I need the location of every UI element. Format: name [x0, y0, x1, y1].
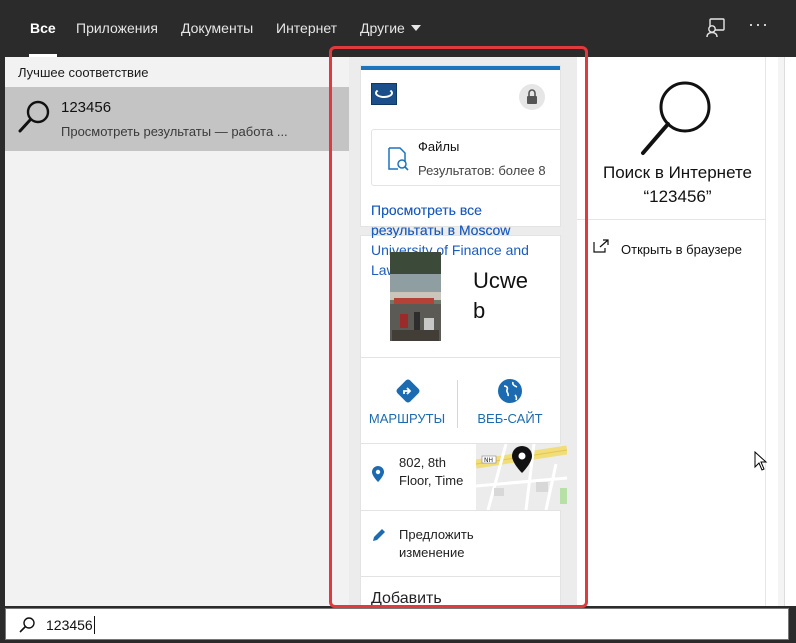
tab-label: Документы: [181, 20, 254, 36]
text-caret: [93, 616, 95, 634]
website-action[interactable]: ВЕБ-САЙТ: [466, 376, 554, 432]
search-icon: [641, 81, 711, 155]
chevron-down-icon: [410, 25, 421, 31]
open-in-browser-label: Открыть в браузере: [621, 242, 742, 257]
tab-label: Интернет: [276, 20, 338, 36]
web-search-panel: Поиск в Интернете “123456” Открыть в бра…: [577, 57, 778, 606]
search-input-value: 123456: [46, 616, 95, 634]
svg-text:NH: NH: [484, 457, 493, 464]
search-input[interactable]: 123456: [5, 608, 789, 640]
search-query-text: 123456: [46, 617, 93, 633]
panel-divider: [577, 219, 778, 220]
windows-search-window: Все Приложения Документы Интернет Другие…: [0, 0, 796, 643]
suggest-edit-label: Предложить изменение: [399, 527, 474, 560]
files-result[interactable]: Файлы Результатов: более 8: [371, 129, 560, 186]
left-results-panel: Лучшее соответствие 123456 Просмотреть р…: [5, 57, 349, 606]
best-match-subtitle: Просмотреть результаты — работа ...: [61, 124, 288, 139]
directions-action[interactable]: МАРШРУТЫ: [363, 376, 451, 432]
website-label: ВЕБ-САЙТ: [477, 411, 543, 426]
mouse-cursor-icon: [754, 451, 768, 471]
tab-label: Приложения: [76, 20, 158, 36]
place-address: 802, 8th Floor, Time: [399, 455, 464, 488]
taskbar-search: 123456: [0, 606, 796, 643]
tab-documents[interactable]: Документы: [181, 0, 253, 57]
card-divider: [361, 357, 560, 358]
best-match-heading: Лучшее соответствие: [18, 65, 149, 80]
file-search-icon: [388, 147, 409, 171]
best-match-title: 123456: [61, 99, 112, 116]
map-image: NH: [476, 444, 567, 510]
tab-apps[interactable]: Приложения: [76, 0, 158, 57]
globe-icon: [498, 379, 522, 403]
map-thumbnail[interactable]: NH: [476, 444, 567, 510]
lock-icon: [519, 84, 545, 110]
best-match-item[interactable]: 123456 Просмотреть результаты — работа .…: [5, 87, 349, 151]
place-name: Ucwe b: [473, 268, 529, 323]
directions-icon: [396, 379, 420, 403]
card-divider: [361, 576, 560, 577]
background-window-edge: [778, 57, 796, 606]
web-search-title: Поиск в Интернете: [602, 163, 753, 182]
location-pin-icon: [372, 466, 384, 482]
files-title: Файлы: [418, 139, 460, 154]
open-external-icon: [593, 239, 609, 253]
card-accent-strip: [361, 66, 560, 70]
pencil-icon: [373, 529, 385, 541]
add-section-label[interactable]: Добавить: [371, 590, 442, 606]
search-icon: [18, 100, 50, 133]
scrollbar[interactable]: [765, 57, 778, 606]
tab-internet[interactable]: Интернет: [276, 0, 337, 57]
actions-divider: [457, 380, 458, 428]
feedback-icon[interactable]: [703, 16, 727, 40]
university-logo: [371, 83, 397, 105]
tab-other[interactable]: Другие: [360, 0, 421, 57]
search-icon: [19, 617, 35, 633]
tab-label: Все: [30, 20, 56, 36]
more-icon[interactable]: ···: [748, 14, 772, 38]
directions-label: МАРШРУТЫ: [368, 411, 446, 426]
place-photo: [390, 252, 441, 341]
place-photo-image: [390, 252, 441, 341]
background-scrollbar: [784, 57, 796, 606]
web-search-query: “123456”: [643, 187, 712, 206]
tab-label: Другие: [360, 20, 405, 36]
top-tab-bar: Все Приложения Документы Интернет Другие…: [8, 0, 784, 57]
files-count: Результатов: более 8: [418, 163, 546, 178]
tab-all[interactable]: Все: [29, 0, 57, 57]
